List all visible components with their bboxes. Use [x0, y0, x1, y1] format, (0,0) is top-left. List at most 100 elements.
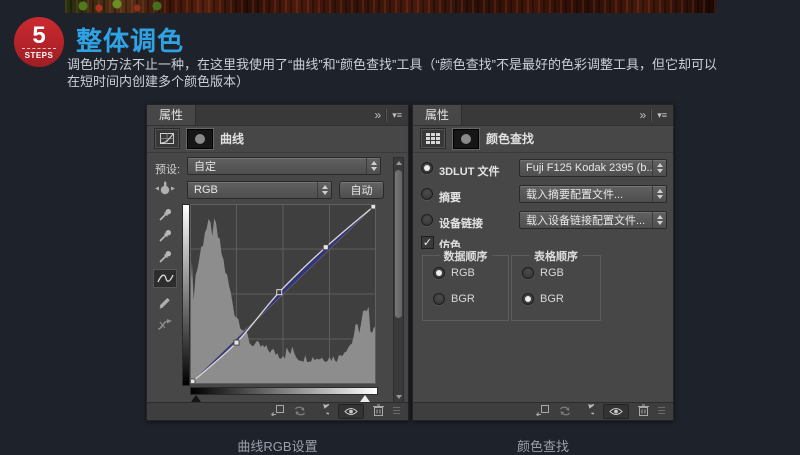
stepper-icon[interactable] [652, 160, 666, 176]
collapse-panel-icon[interactable]: » [640, 106, 646, 124]
pencil-tool-icon[interactable] [153, 293, 177, 312]
page: 5 STEPS 整体调色 调色的方法不止一种，在这里我使用了“曲线”和“颜色查找… [0, 0, 800, 444]
stepper-icon[interactable] [652, 212, 666, 228]
curve-point[interactable] [277, 290, 282, 295]
scroll-down-icon[interactable] [396, 395, 402, 399]
intro-line-1: 调色的方法不止一种，在这里我使用了“曲线”和“颜色查找”工具（“颜色查找”不是最… [67, 56, 793, 73]
panel-tab-strip: 属性 » ▾≡ [147, 105, 408, 126]
reset-icon[interactable] [316, 403, 329, 421]
data-order-rgb-label: RGB [451, 267, 475, 279]
clip-to-layer-icon[interactable] [535, 403, 549, 421]
scrollbar-thumb[interactable] [395, 170, 402, 318]
3dlut-label: 3DLUT 文件 [439, 163, 500, 179]
table-order-bgr-radio[interactable] [522, 293, 534, 305]
panel-menu-icon[interactable]: ▾≡ [392, 106, 402, 124]
step-badge: 5 STEPS [14, 17, 64, 67]
preset-value: 自定 [188, 158, 366, 174]
collapse-panel-icon[interactable]: » [375, 106, 381, 124]
eye-icon [609, 407, 623, 416]
input-gradient-ramp [190, 387, 378, 395]
preset-dropdown[interactable]: 自定 [187, 157, 381, 175]
intro-text: 调色的方法不止一种，在这里我使用了“曲线”和“颜色查找”工具（“颜色查找”不是最… [67, 56, 793, 90]
abstract-radio[interactable] [421, 188, 433, 200]
gray-point-eyedropper-icon[interactable] [153, 226, 177, 245]
panel-header: 颜色查找 [413, 125, 673, 153]
panel-bottom-bar [413, 402, 673, 420]
table-order-rgb-label: RGB [540, 267, 564, 279]
abstract-profile-value: 载入摘要配置文件... [520, 186, 652, 202]
visibility-toggle[interactable] [603, 404, 629, 419]
device-link-profile-dropdown[interactable]: 载入设备链接配置文件... [519, 211, 667, 229]
3dlut-file-value: Fuji F125 Kodak 2395 (b... [520, 162, 652, 174]
delete-icon[interactable] [373, 403, 384, 421]
scroll-up-icon[interactable] [396, 161, 402, 165]
clip-to-layer-icon[interactable] [270, 403, 284, 421]
channel-dropdown[interactable]: RGB [187, 181, 332, 199]
delete-icon[interactable] [638, 403, 649, 421]
table-order-group: 表格顺序 RGB BGR [511, 255, 601, 321]
abstract-profile-dropdown[interactable]: 载入摘要配置文件... [519, 185, 667, 203]
resize-grip-icon[interactable] [658, 407, 665, 416]
previous-state-icon[interactable] [293, 403, 307, 421]
data-order-rgb-radio[interactable] [433, 267, 445, 279]
tab-properties[interactable]: 属性 [413, 105, 462, 125]
black-point-eyedropper-icon[interactable] [153, 205, 177, 224]
3dlut-radio[interactable] [421, 162, 433, 174]
edit-points-tool-icon[interactable] [153, 269, 177, 288]
table-order-rgb-radio[interactable] [522, 267, 534, 279]
device-link-label: 设备链接 [439, 215, 483, 231]
shadow-input-slider[interactable] [191, 395, 201, 402]
visibility-toggle[interactable] [338, 404, 364, 419]
divider [650, 109, 652, 121]
header-photo [65, 0, 716, 13]
device-link-radio[interactable] [421, 214, 433, 226]
reset-icon[interactable] [581, 403, 594, 421]
curve-point[interactable] [234, 340, 239, 345]
stepper-icon[interactable] [366, 158, 380, 174]
preset-label: 预设: [155, 161, 180, 177]
3dlut-file-dropdown[interactable]: Fuji F125 Kodak 2395 (b... [519, 159, 667, 177]
mask-circle [461, 134, 471, 144]
lookup-caption: 颜色查找 [412, 436, 674, 455]
targeted-adjustment-icon[interactable] [152, 179, 178, 198]
channel-value: RGB [188, 184, 317, 196]
curve-point[interactable] [323, 245, 328, 250]
curves-properties-panel: 属性 » ▾≡ 曲线 预设: 自定 RGB 自动 [146, 104, 409, 421]
panel-title: 颜色查找 [486, 130, 534, 147]
data-order-bgr-radio[interactable] [433, 293, 445, 305]
dither-checkbox[interactable]: ✓ [421, 236, 434, 249]
curve-plot[interactable] [190, 204, 376, 384]
tab-properties[interactable]: 属性 [147, 105, 196, 125]
stepper-icon[interactable] [317, 182, 331, 198]
panel-tab-strip: 属性 » ▾≡ [413, 105, 673, 126]
curves-adjustment-icon [154, 128, 180, 149]
highlight-input-slider[interactable] [360, 395, 370, 402]
resize-grip-icon[interactable] [393, 407, 400, 416]
data-order-bgr-label: BGR [451, 293, 475, 305]
data-order-group: 数据顺序 RGB BGR [422, 255, 509, 321]
smooth-curve-icon[interactable] [153, 315, 177, 334]
layer-mask-thumbnail[interactable] [453, 129, 479, 149]
panel-title: 曲线 [220, 130, 244, 147]
mask-circle [195, 134, 205, 144]
data-order-title: 数据顺序 [440, 248, 492, 264]
section-title: 整体调色 [76, 21, 184, 58]
table-order-bgr-label: BGR [540, 293, 564, 305]
device-link-profile-value: 载入设备链接配置文件... [520, 212, 652, 228]
panel-bottom-bar [147, 402, 408, 420]
badge-divider [22, 48, 56, 49]
step-number: 5 [32, 25, 45, 47]
auto-button[interactable]: 自动 [339, 181, 384, 199]
divider [385, 109, 387, 121]
white-point-eyedropper-icon[interactable] [153, 247, 177, 266]
curves-caption: 曲线RGB设置 [146, 436, 409, 455]
color-lookup-adjustment-icon [420, 128, 446, 149]
panel-header: 曲线 [147, 125, 408, 153]
previous-state-icon[interactable] [558, 403, 572, 421]
curve-grid[interactable] [190, 204, 376, 384]
output-gradient-ramp [182, 204, 190, 386]
stepper-icon[interactable] [652, 186, 666, 202]
panel-menu-icon[interactable]: ▾≡ [657, 106, 667, 124]
panel-scrollbar[interactable] [393, 157, 404, 403]
layer-mask-thumbnail[interactable] [187, 129, 213, 149]
